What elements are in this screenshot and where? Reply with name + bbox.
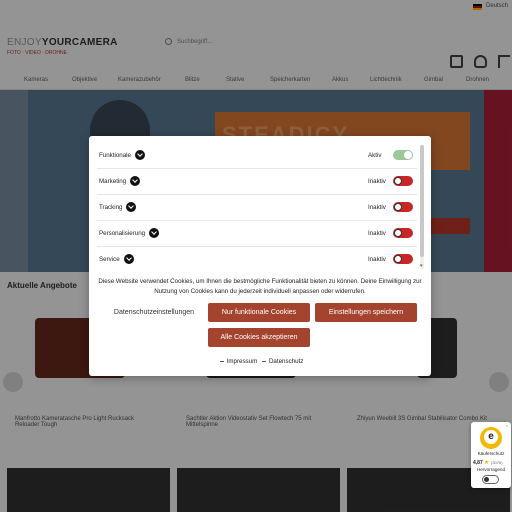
scrollbar-thumb[interactable]: [420, 145, 424, 257]
star-icon: ★: [484, 460, 490, 466]
toggle-service[interactable]: [393, 254, 413, 264]
toggle-marketing[interactable]: [393, 176, 413, 186]
category-status: Inaktiv: [368, 256, 386, 263]
trust-seal-icon: [480, 427, 502, 449]
cookie-row-tracking: Tracking Inaktiv: [97, 195, 417, 221]
cookie-consent-dialog: Funktionale Aktiv Marketing Inaktiv Trac…: [89, 136, 431, 376]
cookie-row-service: Service Inaktiv: [97, 247, 417, 269]
category-label: Service: [99, 256, 120, 263]
imprint-link[interactable]: Impressum: [227, 358, 258, 365]
badge-rating-text: Hervorragend: [476, 467, 506, 472]
toggle-functional[interactable]: [393, 150, 413, 160]
chevron-down-icon[interactable]: [149, 228, 159, 238]
scroll-down-icon[interactable]: ▾: [420, 263, 423, 269]
privacy-settings-button[interactable]: Datenschutzeinstellungen: [101, 303, 207, 322]
cookie-notice-text: Diese Website verwendet Cookies, um Ihne…: [98, 278, 422, 295]
chevron-down-icon[interactable]: [135, 150, 145, 160]
category-label: Personalisierung: [99, 230, 146, 237]
category-status: Inaktiv: [368, 204, 386, 211]
badge-review-count: (3076): [491, 460, 503, 465]
cookie-row-marketing: Marketing Inaktiv: [97, 169, 417, 195]
privacy-link[interactable]: Datenschutz: [269, 358, 303, 365]
category-status: Inaktiv: [368, 178, 386, 185]
category-status: Aktiv: [368, 152, 382, 159]
badge-label: Käuferschutz: [477, 451, 505, 456]
category-label: Marketing: [99, 178, 127, 185]
dialog-footer-links: Impressum Datenschutz: [89, 358, 431, 365]
chevron-down-icon[interactable]: [124, 254, 134, 264]
badge-toggle-icon[interactable]: [482, 475, 499, 484]
trust-badge[interactable]: × Käuferschutz 4,87 ★ (3076) Hervorragen…: [471, 422, 511, 488]
category-label: Funktionale: [99, 152, 131, 159]
chevron-down-icon[interactable]: [126, 202, 136, 212]
functional-only-button[interactable]: Nur funktionale Cookies: [208, 303, 310, 322]
badge-score: 4,87: [473, 460, 483, 466]
close-icon[interactable]: ×: [506, 423, 508, 428]
toggle-tracking[interactable]: [393, 202, 413, 212]
cookie-category-list: Funktionale Aktiv Marketing Inaktiv Trac…: [97, 143, 417, 269]
chevron-down-icon[interactable]: [130, 176, 140, 186]
category-status: Inaktiv: [368, 230, 386, 237]
cookie-row-personalization: Personalisierung Inaktiv: [97, 221, 417, 247]
category-label: Tracking: [99, 204, 123, 211]
cookie-row-functional: Funktionale Aktiv: [97, 143, 417, 169]
toggle-personalization[interactable]: [393, 228, 413, 238]
accept-all-button[interactable]: Alle Cookies akzeptieren: [208, 328, 310, 347]
save-settings-button[interactable]: Einstellungen speichern: [315, 303, 417, 322]
scrollbar[interactable]: [420, 145, 424, 269]
